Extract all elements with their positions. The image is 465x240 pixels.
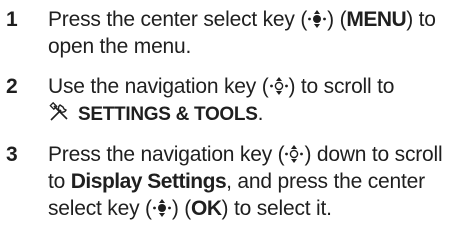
step-text: Use the navigation key ( — [48, 75, 269, 98]
step-text: Press the center select key ( — [48, 8, 308, 31]
step-2: 2 Use the navigation key ( ) to scroll t… — [6, 73, 460, 128]
instruction-steps: 1 Press the center select key ( ) (MENU)… — [6, 6, 460, 222]
settings-tools-icon — [49, 101, 68, 121]
step-number: 1 — [6, 8, 18, 31]
step-1: 1 Press the center select key ( ) (MENU)… — [6, 6, 460, 60]
center-select-key-icon — [152, 199, 171, 217]
step-text: ) ( — [171, 197, 192, 220]
step-number: 3 — [6, 143, 18, 166]
step-text: ) to select it. — [221, 197, 332, 220]
step-text: ) ( — [327, 8, 347, 31]
step-3: 3 Press the navigation key ( ) down to s… — [6, 141, 460, 222]
menu-key-label: MENU — [346, 8, 407, 31]
step-text: Press the navigation key ( — [48, 143, 285, 166]
display-settings-option: Display Settings — [70, 170, 227, 193]
ok-key-label: OK — [191, 197, 222, 220]
navigation-key-icon — [285, 145, 304, 163]
center-select-key-icon — [308, 10, 327, 28]
step-text: ) to scroll to — [288, 75, 395, 98]
step-number: 2 — [6, 75, 18, 98]
navigation-key-icon — [269, 77, 288, 95]
settings-tools-menu: SETTINGS & TOOLS — [78, 104, 258, 125]
step-text: . — [257, 102, 264, 125]
